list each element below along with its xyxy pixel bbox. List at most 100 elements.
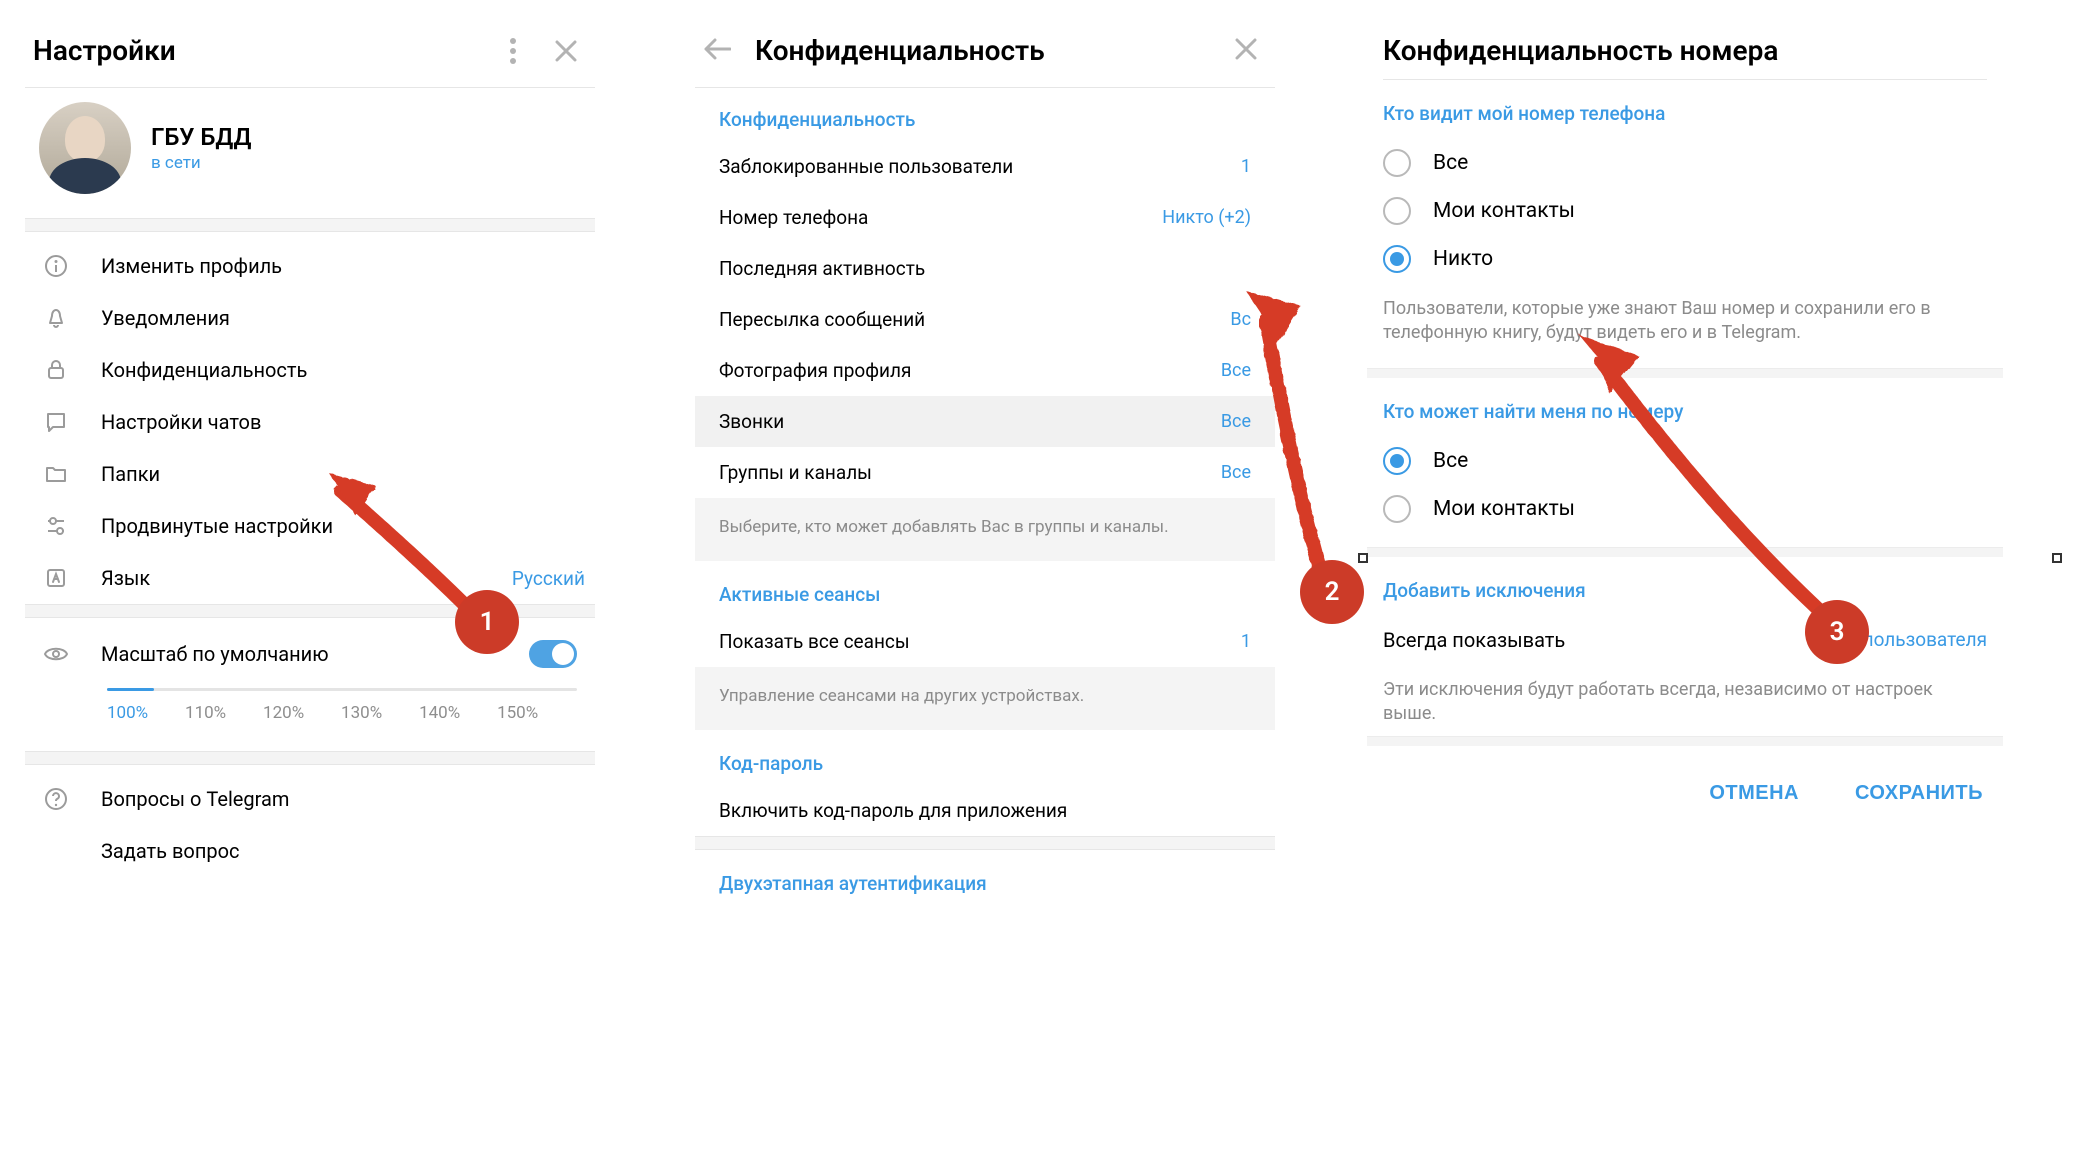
zoom-level[interactable]: 150%: [497, 703, 575, 723]
menu-language[interactable]: Язык Русский: [25, 552, 595, 604]
zoom-level[interactable]: 140%: [419, 703, 497, 723]
save-button[interactable]: СОХРАНИТЬ: [1855, 782, 1983, 805]
back-icon[interactable]: [703, 38, 731, 64]
menu-privacy[interactable]: Конфиденциальность: [25, 344, 595, 396]
radio-label: Никто: [1433, 247, 1493, 271]
zoom-levels: 100% 110% 120% 130% 140% 150%: [107, 691, 577, 723]
zoom-level[interactable]: 130%: [341, 703, 419, 723]
row-label: Фотография профиля: [719, 359, 911, 382]
row-value: Все: [1221, 360, 1251, 381]
privacy-header: Конфиденциальность: [695, 20, 1275, 87]
radio-contacts[interactable]: Мои контакты: [1383, 187, 1987, 235]
menu-edit-profile[interactable]: Изменить профиль: [25, 240, 595, 292]
row-value: 1: [1241, 631, 1251, 652]
zoom-level[interactable]: 110%: [185, 703, 263, 723]
row-label: Заблокированные пользователи: [719, 155, 1013, 178]
row-passcode[interactable]: Включить код-пароль для приложения: [695, 785, 1275, 836]
menu-chat-settings[interactable]: Настройки чатов: [25, 396, 595, 448]
language-value: Русский: [512, 567, 585, 590]
close-icon[interactable]: [555, 40, 577, 62]
settings-title: Настройки: [33, 34, 176, 67]
annotation-badge-2: 2: [1300, 560, 1364, 624]
row-value: Все: [1221, 411, 1251, 432]
marker-icon: [2052, 553, 2062, 563]
zoom-level[interactable]: 120%: [263, 703, 341, 723]
menu-label: Уведомления: [101, 306, 230, 330]
bell-icon: [41, 306, 71, 330]
chat-icon: [41, 410, 71, 434]
question-icon: [41, 787, 71, 811]
radio-icon: [1383, 149, 1411, 177]
exception-row[interactable]: Всегда показывать2 пользователя: [1383, 616, 1987, 664]
section-sessions: Активные сеансы: [695, 561, 1275, 616]
radio-nobody[interactable]: Никто: [1383, 235, 1987, 283]
section-twofa: Двухэтапная аутентификация: [695, 850, 1275, 905]
row-label: Группы и каналы: [719, 461, 872, 484]
phone-privacy-panel: Конфиденциальность номера Кто видит мой …: [1375, 20, 1995, 1144]
cancel-button[interactable]: ОТМЕНА: [1709, 782, 1799, 805]
who-sees-label: Кто видит мой номер телефона: [1383, 80, 1987, 139]
profile-row[interactable]: ГБУ БДД в сети: [25, 88, 595, 218]
zoom-toggle[interactable]: [529, 640, 577, 668]
row-value: Никто (+2): [1162, 207, 1251, 228]
row-calls[interactable]: Звонки Все: [695, 396, 1275, 447]
menu-folders[interactable]: Папки: [25, 448, 595, 500]
exceptions-note: Эти исключения будут работать всегда, не…: [1383, 664, 1987, 737]
menu-notifications[interactable]: Уведомления: [25, 292, 595, 344]
groups-note: Выберите, кто может добавлять Вас в груп…: [695, 498, 1275, 561]
radio-icon: [1383, 245, 1411, 273]
radio-label: Мои контакты: [1433, 199, 1575, 223]
radio-find-contacts[interactable]: Мои контакты: [1383, 485, 1987, 533]
zoom-level[interactable]: 100%: [107, 703, 185, 723]
row-label: Пересылка сообщений: [719, 308, 925, 331]
privacy-panel: Конфиденциальность Конфиденциальность За…: [695, 20, 1275, 1144]
settings-header: Настройки: [25, 20, 595, 87]
sessions-note: Управление сеансами на других устройства…: [695, 667, 1275, 730]
section-passcode: Код-пароль: [695, 730, 1275, 785]
menu-label: Язык: [101, 566, 150, 590]
marker-icon: [1358, 553, 1368, 563]
menu-ask[interactable]: Задать вопрос: [25, 825, 595, 877]
radio-label: Все: [1433, 151, 1468, 175]
who-sees-note: Пользователи, которые уже знают Ваш номе…: [1383, 283, 1987, 368]
more-icon[interactable]: [509, 37, 517, 65]
row-forward[interactable]: Пересылка сообщений Вс: [695, 294, 1275, 345]
privacy-title: Конфиденциальность: [755, 34, 1211, 67]
zoom-label: Масштаб по умолчанию: [101, 642, 499, 666]
exceptions-label: Добавить исключения: [1383, 557, 1987, 616]
menu-label: Настройки чатов: [101, 410, 261, 434]
row-label: Последняя активность: [719, 257, 925, 280]
radio-label: Мои контакты: [1433, 497, 1575, 521]
row-phone[interactable]: Номер телефона Никто (+2): [695, 192, 1275, 243]
menu-faq[interactable]: Вопросы о Telegram: [25, 765, 595, 825]
close-icon[interactable]: [1235, 38, 1257, 64]
menu-advanced[interactable]: Продвинутые настройки: [25, 500, 595, 552]
profile-status: в сети: [151, 153, 251, 173]
row-photo[interactable]: Фотография профиля Все: [695, 345, 1275, 396]
row-value: 1: [1241, 156, 1251, 177]
zoom-slider[interactable]: 100% 110% 120% 130% 140% 150%: [25, 680, 595, 723]
radio-label: Все: [1433, 449, 1468, 473]
menu-label: Папки: [101, 462, 160, 486]
row-label: Номер телефона: [719, 206, 868, 229]
row-label: Всегда показывать: [1383, 628, 1565, 652]
who-finds-label: Кто может найти меня по номеру: [1383, 378, 1987, 437]
row-sessions[interactable]: Показать все сеансы1: [695, 616, 1275, 667]
dialog-buttons: ОТМЕНА СОХРАНИТЬ: [1375, 746, 1995, 805]
radio-everyone[interactable]: Все: [1383, 139, 1987, 187]
radio-icon: [1383, 447, 1411, 475]
radio-icon: [1383, 495, 1411, 523]
menu-label: Конфиденциальность: [101, 358, 307, 382]
radio-icon: [1383, 197, 1411, 225]
row-value: Вс: [1230, 309, 1251, 330]
radio-find-everyone[interactable]: Все: [1383, 437, 1987, 485]
row-groups[interactable]: Группы и каналыВсе: [695, 447, 1275, 498]
annotation-badge-3: 3: [1805, 600, 1869, 664]
row-lastseen[interactable]: Последняя активность: [695, 243, 1275, 294]
row-label: Звонки: [719, 410, 784, 433]
info-icon: [41, 254, 71, 278]
settings-panel: Настройки ГБУ БДД в сети Изменить профил…: [25, 20, 595, 1144]
row-blocked[interactable]: Заблокированные пользователи 1: [695, 141, 1275, 192]
phone-privacy-title: Конфиденциальность номера: [1383, 20, 1987, 79]
menu-label: Продвинутые настройки: [101, 514, 333, 538]
